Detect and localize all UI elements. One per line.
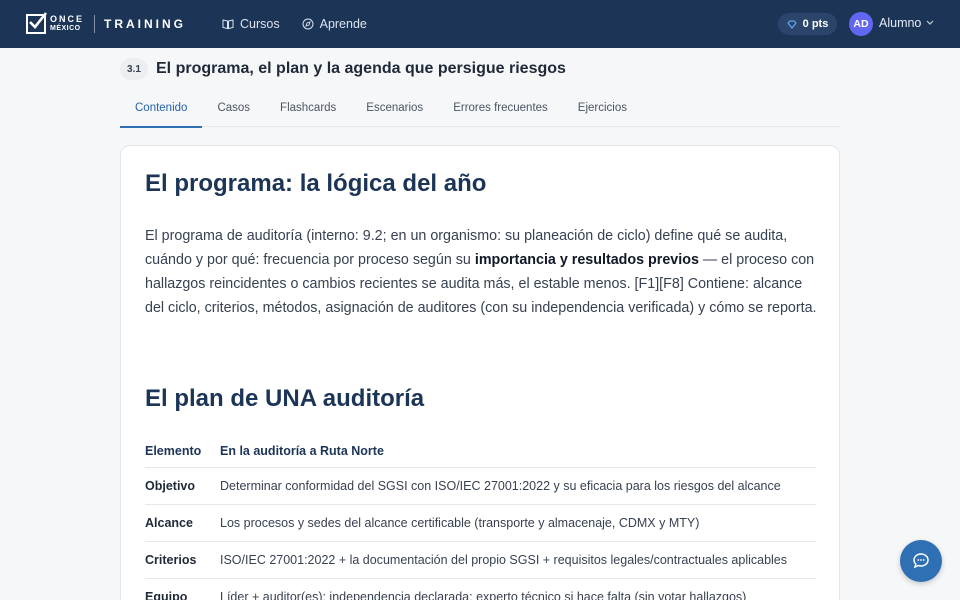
- tab-casos[interactable]: Casos: [202, 92, 265, 127]
- user-menu[interactable]: Alumno: [879, 16, 934, 30]
- table-row: Criterios ISO/IEC 27001:2022 + la docume…: [145, 542, 816, 579]
- once-mexico-logo[interactable]: ONCE MÉXICO TRAINING: [26, 0, 186, 48]
- table-cell-value: ISO/IEC 27001:2022 + la documentación de…: [220, 553, 788, 567]
- table-row: Alcance Los procesos y sedes del alcance…: [145, 505, 816, 542]
- table-cell-value: Los procesos y sedes del alcance certifi…: [220, 516, 700, 530]
- avatar[interactable]: AD: [849, 12, 873, 36]
- logo-text: ONCE MÉXICO: [50, 15, 84, 33]
- table-cell-label: Objetivo: [145, 479, 196, 493]
- table-cell-value: Líder + auditor(es); independencia decla…: [220, 590, 747, 600]
- paragraph-programa: El programa de auditoría (interno: 9.2; …: [145, 224, 820, 320]
- section-number-badge: 3.1: [120, 58, 148, 80]
- section-header: 3.1 El programa, el plan y la agenda que…: [120, 58, 566, 80]
- book-icon: [222, 19, 234, 30]
- content-card: El programa: la lógica del año El progra…: [120, 145, 840, 600]
- table-row: Equipo Líder + auditor(es); independenci…: [145, 579, 816, 600]
- tab-flashcards[interactable]: Flashcards: [265, 92, 351, 127]
- logo-line1: ONCE: [50, 14, 85, 24]
- tab-escenarios[interactable]: Escenarios: [351, 92, 438, 127]
- chevron-down-icon: [926, 20, 934, 25]
- points-badge[interactable]: 0 pts: [778, 13, 837, 35]
- table-cell-value: Determinar conformidad del SGSI con ISO/…: [220, 479, 781, 493]
- heading-programa: El programa: la lógica del año: [145, 170, 487, 197]
- paragraph-bold: importancia y resultados previos: [474, 252, 699, 268]
- table-cell-label: Criterios: [145, 553, 197, 567]
- plan-table: Elemento En la auditoría a Ruta Norte Ob…: [145, 434, 816, 600]
- logo-line2: MÉXICO: [50, 25, 81, 32]
- table-cell-label: Equipo: [145, 590, 188, 600]
- gem-icon: [786, 19, 797, 29]
- table-cell-label: Alcance: [145, 516, 193, 530]
- tab-ejercicios[interactable]: Ejercicios: [563, 92, 642, 127]
- points-value: 0 pts: [802, 18, 829, 30]
- top-navigation-bar: ONCE MÉXICO TRAINING Cursos Aprende 0 pt…: [0, 0, 960, 48]
- nav-aprende-label: Aprende: [319, 17, 367, 31]
- table-header-ruta-norte: En la auditoría a Ruta Norte: [220, 443, 384, 458]
- heading-plan: El plan de UNA auditoría: [145, 385, 425, 412]
- table-header-row: Elemento En la auditoría a Ruta Norte: [145, 434, 816, 468]
- main-nav: Cursos Aprende: [222, 17, 367, 31]
- content-tabs: Contenido Casos Flashcards Escenarios Er…: [120, 92, 840, 128]
- nav-cursos[interactable]: Cursos: [222, 17, 280, 31]
- brand-training: TRAINING: [104, 17, 187, 31]
- section-title: El programa, el plan y la agenda que per…: [156, 60, 566, 77]
- chat-button[interactable]: [900, 540, 942, 582]
- tab-contenido[interactable]: Contenido: [120, 92, 203, 128]
- checkmark-logo-icon: [26, 12, 48, 34]
- chat-bubble-icon: [913, 553, 929, 569]
- tab-errores-frecuentes[interactable]: Errores frecuentes: [438, 92, 563, 127]
- table-header-elemento: Elemento: [145, 443, 202, 458]
- nav-cursos-label: Cursos: [240, 17, 280, 31]
- user-name: Alumno: [879, 16, 922, 30]
- compass-icon: [302, 18, 314, 30]
- table-row: Objetivo Determinar conformidad del SGSI…: [145, 468, 816, 505]
- nav-aprende[interactable]: Aprende: [302, 17, 367, 31]
- logo-divider: [94, 15, 96, 33]
